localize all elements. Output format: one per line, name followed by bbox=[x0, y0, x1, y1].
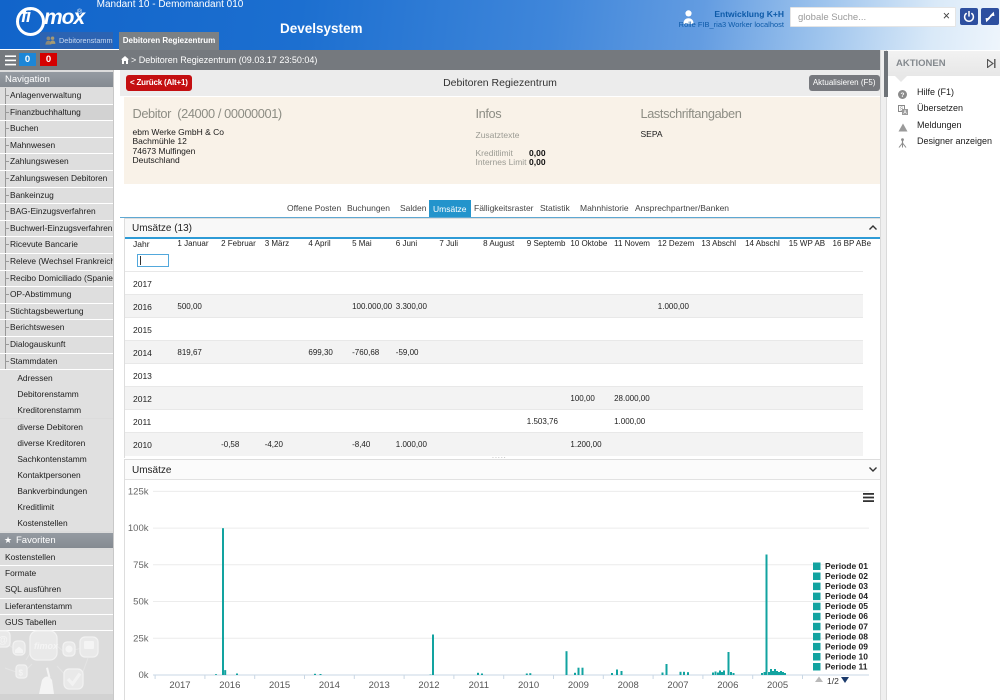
svg-text:100k: 100k bbox=[128, 523, 149, 534]
svg-text:2012: 2012 bbox=[418, 680, 439, 691]
svg-text:2013: 2013 bbox=[369, 680, 390, 691]
svg-text:25k: 25k bbox=[133, 633, 149, 644]
svg-text:0k: 0k bbox=[138, 670, 148, 681]
svg-text:2009: 2009 bbox=[568, 680, 589, 691]
svg-text:50k: 50k bbox=[133, 597, 149, 608]
svg-text:2010: 2010 bbox=[518, 680, 539, 691]
svg-text:fimox: fimox bbox=[34, 641, 59, 651]
svg-text:Periode 11: Periode 11 bbox=[825, 662, 868, 672]
svg-text:Periode 03: Periode 03 bbox=[825, 581, 868, 591]
svg-text:Periode 07: Periode 07 bbox=[825, 621, 868, 631]
svg-text:2011: 2011 bbox=[469, 680, 489, 691]
svg-text:2007: 2007 bbox=[667, 680, 688, 691]
svg-text:Periode 10: Periode 10 bbox=[825, 652, 868, 662]
svg-text:Periode 04: Periode 04 bbox=[825, 591, 868, 601]
svg-text:?: ? bbox=[901, 91, 905, 98]
svg-text:2014: 2014 bbox=[319, 680, 340, 691]
svg-text:Periode 05: Periode 05 bbox=[825, 601, 868, 611]
svg-text:Periode 09: Periode 09 bbox=[825, 641, 868, 651]
svg-text:2006: 2006 bbox=[717, 680, 738, 691]
svg-text:2008: 2008 bbox=[618, 680, 639, 691]
svg-text:125k: 125k bbox=[128, 486, 149, 497]
svg-text:$: $ bbox=[19, 669, 24, 678]
svg-text:1/2: 1/2 bbox=[827, 676, 839, 686]
svg-text:75k: 75k bbox=[133, 560, 149, 571]
svg-text:Periode 01: Periode 01 bbox=[825, 561, 868, 571]
svg-text:Periode 06: Periode 06 bbox=[825, 611, 868, 621]
svg-text:2017: 2017 bbox=[169, 680, 190, 691]
svg-text:Periode 08: Periode 08 bbox=[825, 631, 868, 641]
svg-text:Periode 02: Periode 02 bbox=[825, 571, 868, 581]
svg-text:2015: 2015 bbox=[269, 680, 290, 691]
svg-text:2016: 2016 bbox=[219, 680, 240, 691]
svg-text:@: @ bbox=[0, 635, 8, 646]
svg-text:2005: 2005 bbox=[767, 680, 788, 691]
